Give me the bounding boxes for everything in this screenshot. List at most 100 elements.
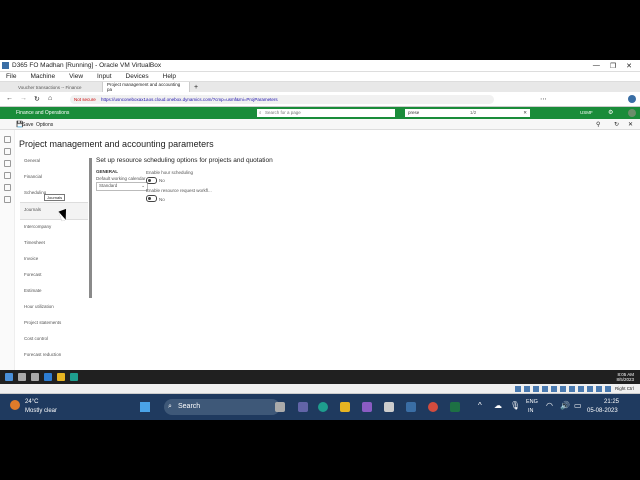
vm-search-icon[interactable]: [18, 373, 26, 381]
calendar-select[interactable]: Standard ⌄: [96, 182, 148, 191]
favorites-icon[interactable]: [4, 160, 11, 167]
vm-folder-icon[interactable]: [57, 373, 65, 381]
windows-start-icon[interactable]: [140, 402, 150, 412]
tab-financial[interactable]: Financial: [20, 170, 88, 186]
enable-hour-value: No: [159, 178, 165, 183]
refresh-icon[interactable]: ↻: [34, 95, 40, 103]
chrome-icon[interactable]: [428, 402, 438, 412]
address-bar: ← → ↻ ⌂ Not secure https://usnconeboxax1…: [0, 92, 640, 107]
find-count: 1/2: [470, 110, 477, 115]
vbox-menu-bar: File Machine View Input Devices Help: [0, 72, 640, 82]
tab-estimate[interactable]: Estimate: [20, 284, 88, 300]
home-nav-icon[interactable]: [4, 148, 11, 155]
teams-icon[interactable]: [298, 402, 308, 412]
tab-project-statements[interactable]: Project statements: [20, 316, 88, 332]
mic-icon[interactable]: 🎙: [510, 401, 520, 410]
find-bar[interactable]: prese 1/2 ✕: [405, 109, 530, 117]
vm-taskview-icon[interactable]: [31, 373, 39, 381]
forward-icon[interactable]: →: [20, 95, 27, 102]
tab-invoice[interactable]: Invoice: [20, 252, 88, 268]
profile-icon[interactable]: [628, 95, 636, 103]
company-picker[interactable]: USMF: [580, 110, 593, 115]
vm-ie-icon[interactable]: [44, 373, 52, 381]
tab-voucher-transactions[interactable]: Voucher transactions -- Finance: [14, 82, 103, 92]
wifi-icon[interactable]: ◠: [546, 401, 553, 410]
vm-taskbar: 8:05 AM 8/5/2023: [0, 370, 640, 384]
enable-hour-label: Enable hour scheduling: [146, 170, 194, 175]
windows-taskbar: 24°C Mostly clear ⌕ Search ^ ☁ 🎙 ENG IN …: [0, 394, 640, 420]
vm-edge-icon[interactable]: [70, 373, 78, 381]
app-name: Finance and Operations: [16, 110, 70, 116]
virtualbox-icon[interactable]: [406, 402, 416, 412]
find-input[interactable]: prese: [408, 110, 419, 115]
minimize-icon[interactable]: —: [593, 62, 600, 70]
vm-start-icon[interactable]: [5, 373, 13, 381]
vbox-menu-view[interactable]: View: [69, 73, 83, 80]
left-nav-pane: [0, 130, 15, 370]
settings-icon[interactable]: ⚙: [608, 109, 613, 116]
save-button[interactable]: Save: [22, 122, 33, 128]
file-explorer-icon[interactable]: [340, 402, 350, 412]
general-group-header: GENERAL: [96, 169, 119, 174]
windows-search-box[interactable]: ⌕ Search: [164, 399, 280, 415]
home-icon[interactable]: ⌂: [48, 95, 52, 102]
box-app-icon[interactable]: [384, 402, 394, 412]
tab-cost-control[interactable]: Cost control: [20, 332, 88, 348]
tray-chevron-icon[interactable]: ^: [478, 401, 482, 410]
options-button[interactable]: Options: [36, 122, 53, 128]
tab-hour-utilization[interactable]: Hour utilization: [20, 300, 88, 316]
url-field[interactable]: Not secure https://usnconeboxax1aos.clou…: [70, 95, 494, 104]
tab-forecast[interactable]: Forecast: [20, 268, 88, 284]
close-icon[interactable]: ✕: [626, 62, 632, 70]
enable-hour-toggle[interactable]: [146, 177, 157, 184]
vertical-tab-list: General Financial Scheduling Journals Interc…: [20, 154, 88, 364]
weather-icon[interactable]: [10, 400, 20, 410]
weather-temp: 24°C: [25, 399, 39, 405]
back-icon[interactable]: ←: [6, 95, 13, 102]
tab-forecast-reduction[interactable]: Forecast reduction: [20, 348, 88, 364]
modules-icon[interactable]: [4, 196, 11, 203]
enable-resource-value: No: [159, 197, 165, 202]
user-avatar[interactable]: [628, 109, 636, 117]
action-bar: 💾 Save Options ⚲ ↻ ✕: [0, 119, 640, 130]
enable-resource-toggle[interactable]: [146, 195, 157, 202]
vbox-menu-help[interactable]: Help: [163, 73, 176, 80]
page-search-input[interactable]: ⌕ Search for a page: [257, 109, 395, 117]
vbox-menu-machine[interactable]: Machine: [30, 73, 55, 80]
section-title: Set up resource scheduling options for p…: [96, 157, 273, 164]
host-key-label: Right Ctrl: [615, 386, 634, 391]
onedrive-icon[interactable]: ☁: [494, 401, 502, 410]
extensions-icon[interactable]: ⋯: [540, 95, 547, 103]
weather-desc: Mostly clear: [25, 408, 58, 414]
tab-general[interactable]: General: [20, 154, 88, 170]
tab-journals[interactable]: Journals: [20, 202, 88, 220]
vbox-menu-file[interactable]: File: [6, 73, 16, 80]
edge-icon[interactable]: [318, 402, 328, 412]
close-form-icon[interactable]: ✕: [628, 121, 633, 128]
form-content: Project management and accounting parame…: [0, 130, 640, 370]
taskbar-app-icon[interactable]: [275, 402, 285, 412]
lang-indicator[interactable]: ENG: [526, 399, 538, 405]
volume-icon[interactable]: 🔊: [560, 401, 570, 410]
recent-icon[interactable]: [4, 172, 11, 179]
vs-icon[interactable]: [362, 402, 372, 412]
vbox-menu-devices[interactable]: Devices: [126, 73, 149, 80]
find-close-icon[interactable]: ✕: [523, 109, 527, 117]
tab-project-parameters[interactable]: Project management and accounting pa: [103, 82, 190, 92]
tab-intercompany[interactable]: Intercompany: [20, 220, 88, 236]
new-tab-icon[interactable]: +: [194, 84, 198, 91]
tab-timesheet[interactable]: Timesheet: [20, 236, 88, 252]
battery-icon[interactable]: ▭: [574, 401, 582, 410]
vbox-status-bar: Right Ctrl: [0, 384, 640, 394]
menu-icon[interactable]: [4, 136, 11, 143]
clock-time[interactable]: 21:25: [604, 399, 619, 405]
excel-icon[interactable]: [450, 402, 460, 412]
maximize-icon[interactable]: ❐: [610, 62, 616, 70]
vm-clock-date: 8/5/2023: [616, 377, 634, 382]
workspaces-icon[interactable]: [4, 184, 11, 191]
pin-icon[interactable]: ⚲: [596, 121, 600, 128]
refresh-form-icon[interactable]: ↻: [614, 121, 619, 128]
vbox-menu-input[interactable]: Input: [97, 73, 111, 80]
clock-date[interactable]: 05-08-2023: [587, 408, 618, 414]
tab-list-scrollbar[interactable]: [89, 158, 92, 298]
